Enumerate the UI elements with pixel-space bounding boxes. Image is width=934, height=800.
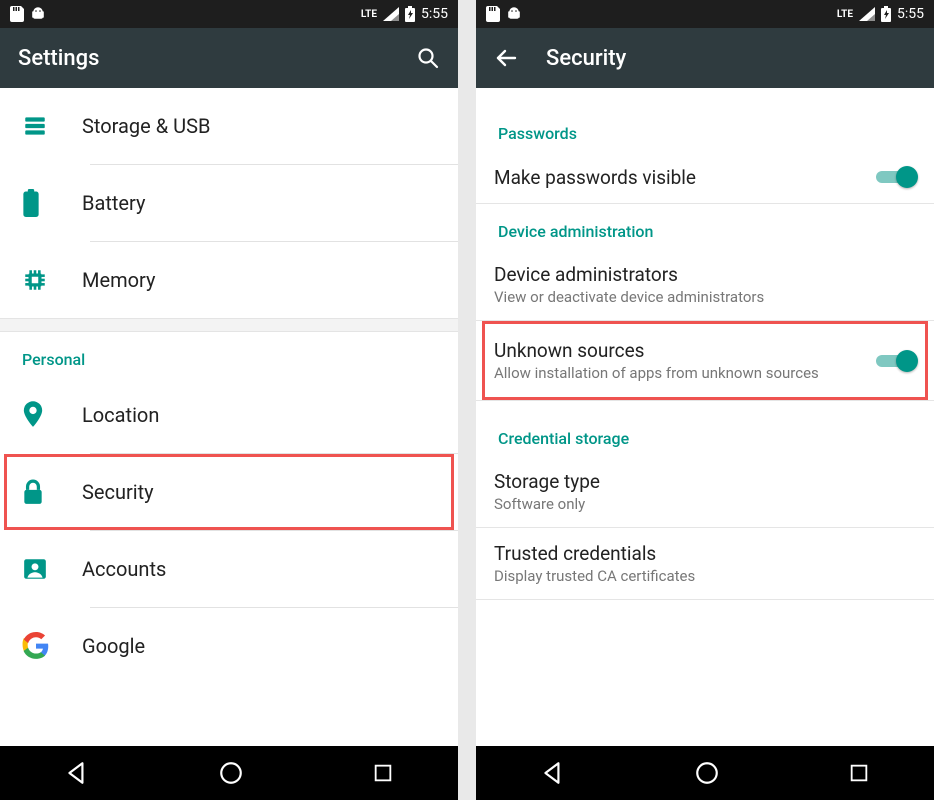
setting-sublabel: Allow installation of apps from unknown … [494,364,819,382]
status-time: 5:55 [897,6,924,22]
section-header-personal: Personal [0,332,458,377]
nav-recents-icon[interactable] [848,762,870,784]
app-bar: Settings [0,28,458,88]
battery-icon [22,189,82,217]
back-arrow-icon[interactable] [494,46,518,70]
settings-item-label: Storage & USB [82,88,444,164]
bugdroid-icon [506,6,522,22]
nav-bar [0,746,458,800]
phone-settings: LTE 5:55 Settings Storage & USB [0,0,458,800]
phone-security: LTE 5:55 Security Passwords Make passwor… [476,0,934,800]
setting-sublabel: Software only [494,495,824,513]
settings-item-label: Location [82,377,444,453]
setting-label: Device administrators [494,263,916,286]
setting-device-administrators[interactable]: Device administrators View or deactivate… [476,249,934,320]
page-title: Security [546,46,626,71]
settings-item-label: Google [82,608,444,684]
battery-charging-icon [881,6,891,22]
section-header-passwords: Passwords [476,106,934,151]
google-icon [22,632,82,660]
section-header-device-admin: Device administration [476,204,934,249]
settings-item-accounts[interactable]: Accounts [0,531,458,607]
setting-storage-type[interactable]: Storage type Software only [476,456,934,527]
toggle-switch[interactable] [876,349,916,373]
setting-make-passwords-visible[interactable]: Make passwords visible [476,151,934,203]
section-header-credential-storage: Credential storage [476,411,934,456]
nav-home-icon[interactable] [694,760,720,786]
page-title: Settings [18,46,99,71]
setting-sublabel: View or deactivate device administrators [494,288,824,306]
settings-item-storage[interactable]: Storage & USB [0,88,458,164]
nav-back-icon[interactable] [540,760,566,786]
settings-item-label: Security [82,454,444,530]
settings-item-label: Battery [82,165,444,241]
settings-item-memory[interactable]: Memory [0,242,458,318]
status-bar: LTE 5:55 [476,0,934,28]
status-bar: LTE 5:55 [0,0,458,28]
settings-item-location[interactable]: Location [0,377,458,453]
setting-unknown-sources[interactable]: Unknown sources Allow installation of ap… [476,321,934,400]
setting-label: Make passwords visible [494,166,696,189]
nav-recents-icon[interactable] [372,762,394,784]
setting-label: Storage type [494,470,916,493]
toggle-switch[interactable] [876,165,916,189]
nav-bar [476,746,934,800]
bugdroid-icon [30,6,46,22]
battery-charging-icon [405,6,415,22]
lock-icon [22,479,82,505]
settings-item-google[interactable]: Google [0,608,458,684]
memory-icon [22,267,82,293]
nav-back-icon[interactable] [64,760,90,786]
sd-card-icon [10,6,24,22]
signal-icon [383,7,399,21]
setting-label: Trusted credentials [494,542,916,565]
nav-home-icon[interactable] [218,760,244,786]
storage-icon [22,113,82,139]
signal-icon [859,7,875,21]
lte-indicator: LTE [361,9,377,20]
app-bar: Security [476,28,934,88]
location-icon [22,401,82,429]
setting-label: Unknown sources [494,339,819,362]
settings-item-battery[interactable]: Battery [0,165,458,241]
search-icon[interactable] [416,46,440,70]
lte-indicator: LTE [837,9,853,20]
settings-item-label: Accounts [82,531,444,607]
settings-item-security[interactable]: Security [0,454,458,530]
sd-card-icon [486,6,500,22]
accounts-icon [22,556,82,582]
setting-trusted-credentials[interactable]: Trusted credentials Display trusted CA c… [476,528,934,599]
settings-item-label: Memory [82,242,444,318]
status-time: 5:55 [421,6,448,22]
setting-sublabel: Display trusted CA certificates [494,567,824,585]
